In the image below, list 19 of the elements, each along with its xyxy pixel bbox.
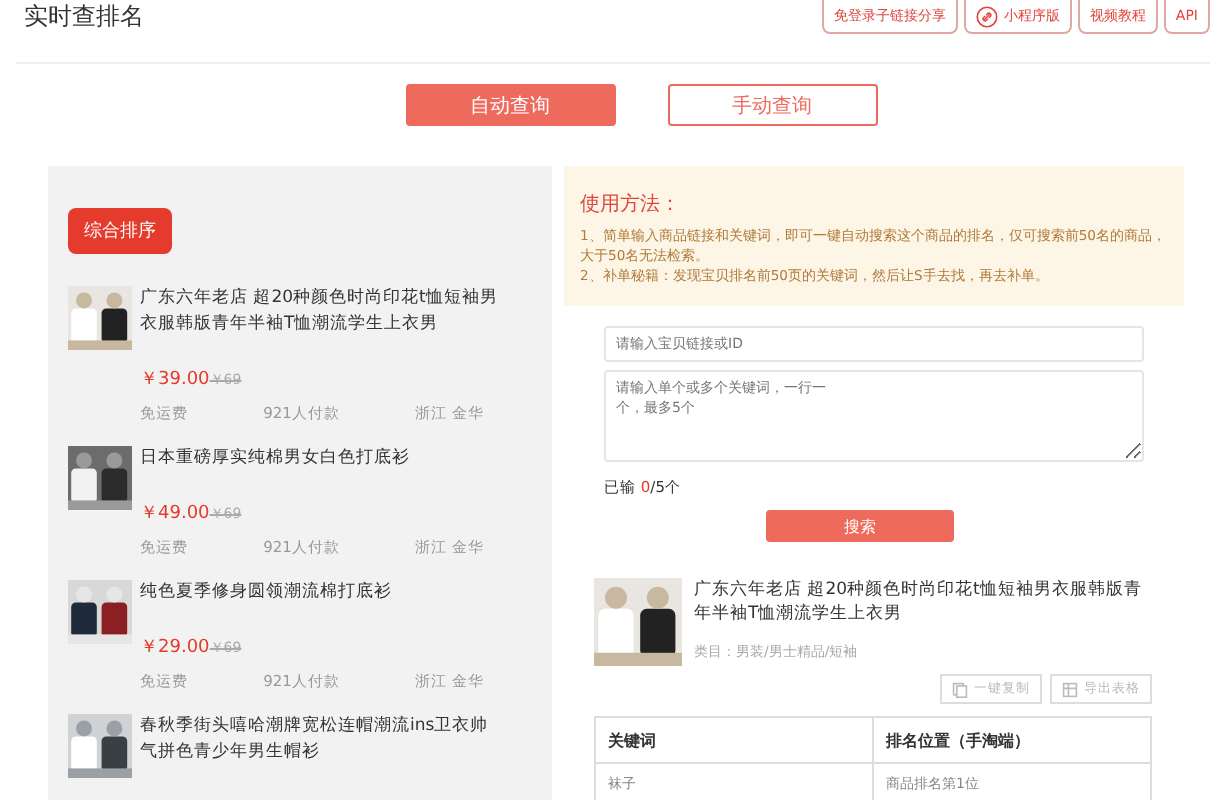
column-header: 排名位置（手淘端）: [873, 717, 1151, 763]
product-title[interactable]: 春秋季街头嘻哈潮牌宽松连帽潮流ins卫衣帅气拼色青少年男生帽衫: [140, 714, 500, 766]
result-product-title: 广东六年老店 超20种颜色时尚印花t恤短袖男衣服韩版青年半袖T恤潮流学生上衣男: [694, 578, 1144, 626]
sort-button[interactable]: 综合排序: [68, 208, 172, 254]
product-title[interactable]: 日本重磅厚实纯棉男女白色打底衫: [140, 446, 500, 472]
product-price: ￥29.00: [140, 638, 210, 658]
table-icon: [1062, 681, 1078, 697]
notice-title: 使用方法：: [580, 191, 682, 218]
column-header: 关键词: [595, 717, 873, 763]
query-tab[interactable]: 手动查询: [667, 84, 877, 126]
product-title[interactable]: 纯色夏季修身圆领潮流棉打底衫: [140, 580, 500, 606]
page-title: 实时查排名: [24, 0, 144, 34]
product-title[interactable]: 广东六年老店 超20种颜色时尚印花t恤短袖男衣服韩版青年半袖T恤潮流学生上衣男: [140, 286, 500, 338]
copy-icon: [952, 681, 968, 697]
product-price: ￥49.00: [140, 504, 210, 524]
link-icon: [975, 5, 998, 27]
product-price: ￥39.00: [140, 370, 210, 390]
search-button[interactable]: 搜索: [766, 510, 954, 542]
query-tab[interactable]: 自动查询: [405, 84, 615, 126]
